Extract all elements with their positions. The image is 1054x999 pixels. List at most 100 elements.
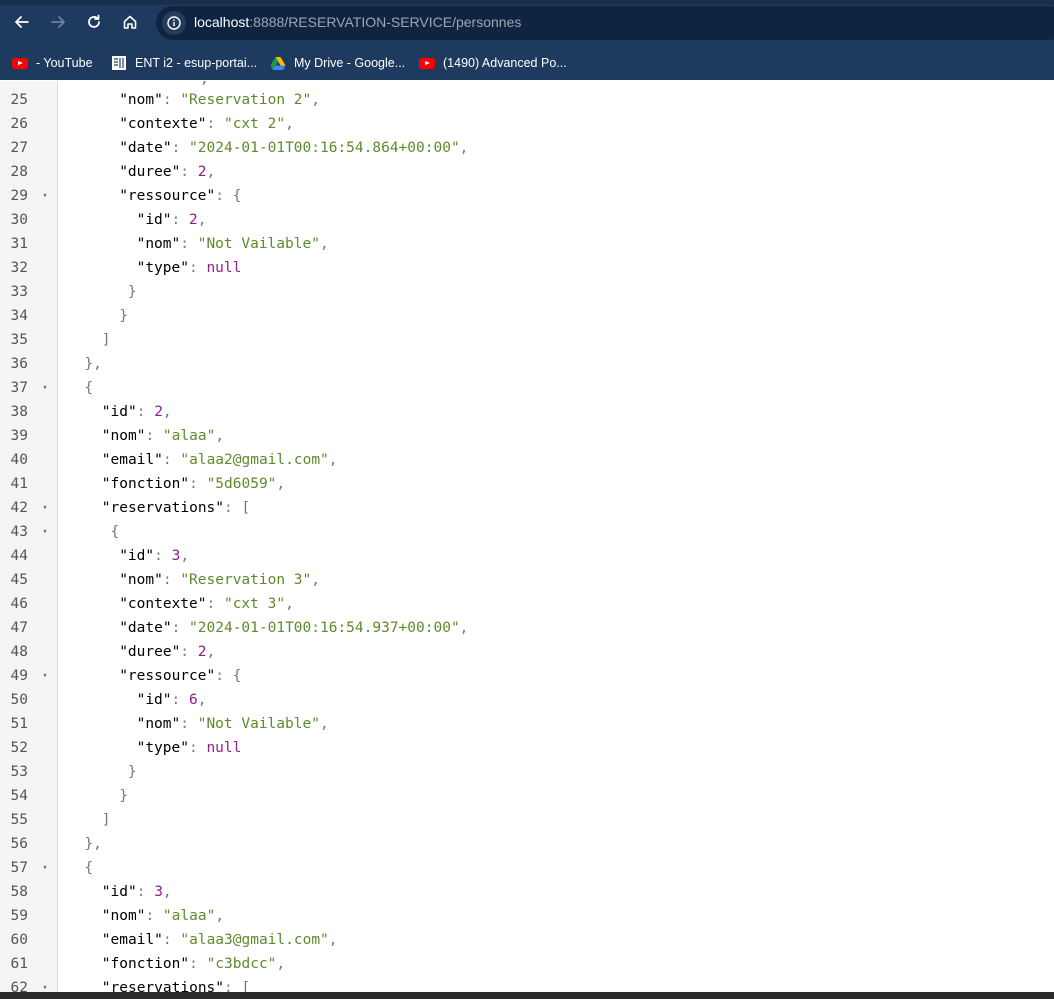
code-line: 34} (0, 304, 1054, 328)
browser-toolbar: localhost:8888/RESERVATION-SERVICE/perso… (0, 0, 1054, 45)
json-punctuation: : (180, 236, 198, 252)
json-number: 3 (154, 884, 163, 900)
fold-toggle-icon[interactable]: ▾ (40, 856, 50, 880)
json-punctuation: }, (84, 836, 102, 852)
fold-toggle-icon[interactable]: ▾ (40, 520, 50, 544)
json-punctuation: , (162, 404, 172, 420)
code-line: 36}, (0, 352, 1054, 376)
json-key: "contexte" (119, 116, 207, 132)
json-key: "email" (101, 932, 163, 948)
fold-toggle-icon[interactable]: ▾ (40, 976, 50, 992)
json-punctuation: , (162, 884, 172, 900)
url-host: localhost (194, 14, 250, 30)
fold-toggle-icon[interactable]: ▾ (40, 496, 50, 520)
line-number: 42 (10, 500, 28, 516)
json-key: "nom" (136, 716, 181, 732)
line-number: 25 (10, 92, 28, 108)
line-number: 58 (10, 884, 28, 900)
json-punctuation: , (311, 92, 320, 108)
code-line: 54} (0, 784, 1054, 808)
line-code: { (84, 376, 93, 400)
json-punctuation: : (162, 572, 181, 588)
json-string: "alaa" (162, 428, 216, 444)
json-punctuation: } (127, 284, 137, 300)
line-code: "duree": 2, (119, 640, 215, 664)
line-number: 53 (10, 764, 28, 780)
line-number: 56 (10, 836, 28, 852)
line-code: "contexte": "cxt 3", (119, 592, 294, 616)
json-key: "fonction" (101, 956, 190, 972)
line-number: 30 (10, 212, 28, 228)
line-number: 33 (10, 284, 28, 300)
json-key: "id" (136, 212, 172, 228)
bookmark-advanced[interactable]: (1490) Advanced Po... (419, 53, 567, 73)
info-icon[interactable] (162, 11, 186, 35)
code-line: 48 "duree": 2, (0, 640, 1054, 664)
json-punctuation: , (206, 164, 216, 180)
line-code: }, (84, 832, 101, 856)
window-bottom-edge (0, 992, 1054, 999)
line-code: "reservations": [ (102, 496, 250, 520)
line-code: "reservations": [ (102, 976, 250, 992)
address-bar[interactable]: localhost:8888/RESERVATION-SERVICE/perso… (156, 6, 1054, 40)
json-punctuation: { (110, 524, 120, 540)
json-key: "nom" (119, 572, 163, 588)
code-line: 26 "contexte": "cxt 2", (0, 112, 1054, 136)
line-code: "id": 6, (137, 688, 207, 712)
reload-icon[interactable] (81, 9, 107, 35)
json-punctuation: : (188, 260, 207, 276)
fold-toggle-icon[interactable]: ▾ (40, 376, 50, 400)
json-number: 2 (154, 404, 163, 420)
fold-toggle-icon[interactable]: ▾ (40, 184, 50, 208)
code-line: 50 "id": 6, (0, 688, 1054, 712)
bookmark-label: - YouTube (36, 56, 93, 70)
bookmark-google-drive[interactable]: My Drive - Google... (270, 53, 405, 73)
line-number: 45 (10, 572, 28, 588)
back-arrow-icon[interactable] (9, 9, 35, 35)
bookmark-youtube[interactable]: - YouTube (12, 53, 93, 73)
code-line: 60 "email": "alaa3@gmail.com", (0, 928, 1054, 952)
json-string: "cxt 3" (223, 596, 286, 612)
json-punctuation: , (311, 572, 320, 588)
line-number: 38 (10, 404, 28, 420)
line-code: "nom": "Not Vailable", (137, 232, 329, 256)
json-punctuation: : { (215, 668, 242, 684)
line-code: "fonction": "c3bdcc", (102, 952, 285, 976)
json-null: null (206, 260, 242, 276)
json-key: "fonction" (101, 476, 190, 492)
line-code: "ressource": { (119, 664, 241, 688)
bookmark-label: My Drive - Google... (294, 56, 406, 70)
line-number: 51 (10, 716, 28, 732)
line-code: "email": "alaa3@gmail.com", (102, 928, 338, 952)
json-punctuation: { (84, 860, 94, 876)
line-number: 43 (10, 524, 28, 540)
fold-toggle-icon[interactable]: ▾ (40, 664, 50, 688)
json-key: "duree" (119, 644, 181, 660)
json-punctuation: : (136, 404, 155, 420)
code-line: 51 "nom": "Not Vailable", (0, 712, 1054, 736)
youtube-icon (12, 55, 28, 71)
line-code: "id": 2, (102, 400, 172, 424)
forward-arrow-icon[interactable] (45, 9, 71, 35)
line-number: 57 (10, 860, 28, 876)
json-punctuation: , (276, 476, 286, 492)
json-key: "id" (101, 884, 137, 900)
line-code: "nom": "Reservation 2", (119, 88, 320, 112)
code-line: 62 ▾ "reservations": [ (0, 976, 1054, 992)
line-number: 61 (10, 956, 28, 972)
json-punctuation: : (180, 716, 198, 732)
url-text[interactable]: localhost:8888/RESERVATION-SERVICE/perso… (194, 14, 521, 30)
code-line: 41 "fonction": "5d6059", (0, 472, 1054, 496)
code-line: 39 "nom": "alaa", (0, 424, 1054, 448)
json-punctuation: : (180, 164, 198, 180)
json-punctuation: , (206, 644, 216, 660)
home-icon[interactable] (117, 9, 143, 35)
line-number: 49 (10, 668, 28, 684)
bookmark-ent[interactable]: ENT i2 - esup-portai... (111, 53, 257, 73)
line-code: "id": 2, (137, 208, 207, 232)
line-code: "id": 3, (102, 880, 172, 904)
json-punctuation: , (319, 236, 329, 252)
line-number: 40 (10, 452, 28, 468)
bookmark-label: ENT i2 - esup-portai... (135, 56, 258, 70)
line-code: "fonction": "5d6059", (102, 472, 285, 496)
